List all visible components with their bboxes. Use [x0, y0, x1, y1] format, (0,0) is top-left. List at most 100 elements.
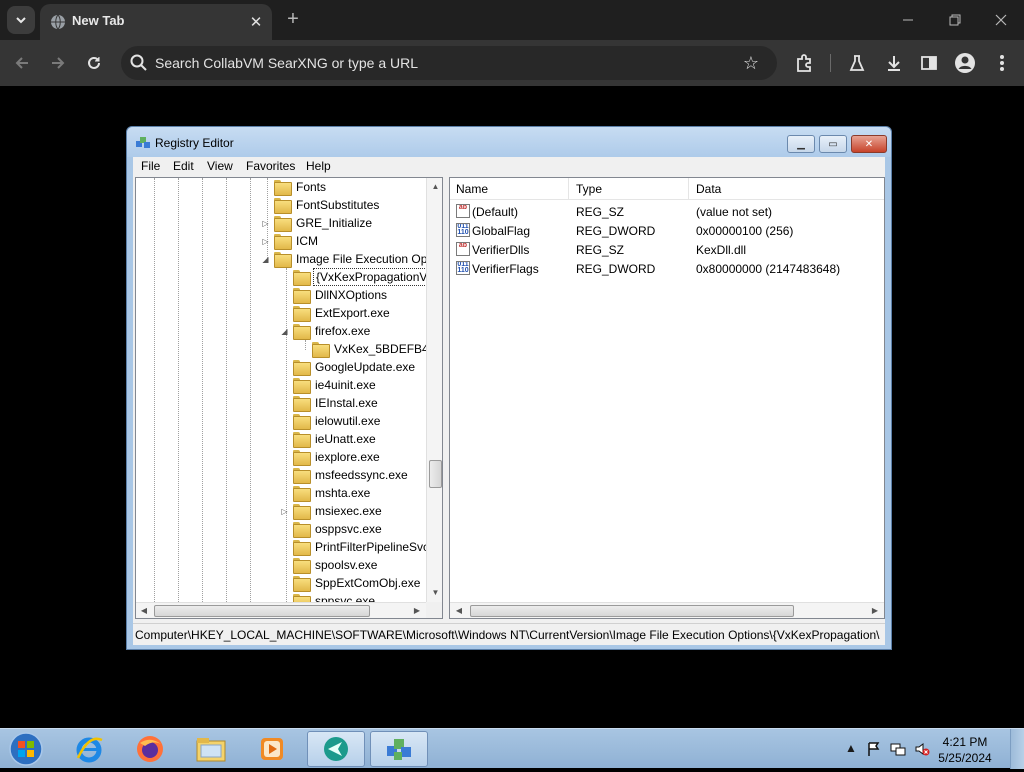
tree-item-fonts[interactable]: Fonts: [261, 178, 328, 196]
key-tree-pane[interactable]: Fonts FontSubstitutes ▷ GRE_Initialize ▷ I…: [135, 177, 443, 619]
address-bar[interactable]: ☆: [121, 46, 777, 80]
side-panel-button[interactable]: [917, 51, 941, 75]
tree-item-icm[interactable]: ▷ ICM: [261, 232, 320, 250]
tree-item-ieinstal[interactable]: IEInstal.exe: [280, 394, 380, 412]
column-divider[interactable]: [568, 178, 569, 200]
forward-button[interactable]: [46, 51, 70, 75]
scroll-right-arrow-icon[interactable]: ▶: [412, 606, 422, 616]
values-horizontal-scrollbar[interactable]: ◀ ▶: [450, 602, 884, 618]
reload-icon: [88, 56, 100, 69]
tree-item-extexport[interactable]: ExtExport.exe: [280, 304, 392, 322]
tree-item-label: osppsvc.exe: [315, 522, 382, 536]
scroll-right-arrow-icon[interactable]: ▶: [870, 606, 880, 616]
network-icon[interactable]: [890, 741, 906, 757]
collapse-arrow-icon[interactable]: ◢: [261, 255, 270, 264]
reg-maximize-button[interactable]: ▭: [819, 135, 847, 153]
tree-item-spoolsv[interactable]: spoolsv.exe: [280, 556, 379, 574]
tree-item-msfeedssync[interactable]: msfeedssync.exe: [280, 466, 410, 484]
binary-value-icon: 011 110: [456, 223, 470, 237]
reg-close-button[interactable]: ✕: [851, 135, 887, 153]
scroll-left-arrow-icon[interactable]: ◀: [139, 606, 149, 616]
volume-muted-icon[interactable]: [914, 741, 930, 757]
taskbar-explorer[interactable]: [182, 731, 240, 767]
taskbar-internet-explorer[interactable]: [60, 731, 118, 767]
tree-vertical-scrollbar[interactable]: ▲ ▼: [426, 178, 442, 602]
menu-button[interactable]: [990, 51, 1014, 75]
tree-item-mshta[interactable]: mshta.exe: [280, 484, 372, 502]
value-row-verifierflags[interactable]: 011 110 VerifierFlags REG_DWORD 0x800000…: [450, 260, 880, 279]
tree-item-label: {VxKexPropagationVir: [313, 268, 437, 286]
tab-new-tab[interactable]: New Tab ✕: [40, 4, 272, 40]
taskbar-firefox[interactable]: [121, 731, 179, 767]
tree-item-firefox[interactable]: ◢ firefox.exe: [280, 322, 372, 340]
scrollbar-thumb[interactable]: [429, 460, 442, 488]
close-window-button[interactable]: [989, 8, 1013, 32]
flask-icon: [849, 55, 865, 71]
tree-item-googleupdate[interactable]: GoogleUpdate.exe: [280, 358, 417, 376]
registry-editor-titlebar[interactable]: Registry Editor ▁ ▭ ✕: [127, 127, 891, 157]
expand-arrow-icon[interactable]: ▷: [261, 237, 270, 246]
extensions-button[interactable]: [792, 51, 816, 75]
value-row-default[interactable]: ab (Default) REG_SZ (value not set): [450, 203, 880, 222]
taskbar-registry-editor[interactable]: [370, 731, 428, 767]
tree-item-ie4uinit[interactable]: ie4uinit.exe: [280, 376, 378, 394]
menu-favorites[interactable]: Favorites: [246, 159, 295, 173]
values-list-pane[interactable]: Name Type Data ab (Default) REG_SZ (valu…: [449, 177, 885, 619]
show-hidden-icons-arrow-icon[interactable]: ▲: [843, 741, 859, 757]
column-header-data[interactable]: Data: [696, 182, 721, 196]
reload-button[interactable]: [82, 51, 106, 75]
folder-icon: [274, 180, 292, 196]
scroll-up-arrow-icon[interactable]: ▲: [431, 182, 440, 192]
column-divider[interactable]: [688, 178, 689, 200]
tab-search-button[interactable]: [7, 6, 35, 34]
action-center-flag-icon[interactable]: [866, 741, 882, 757]
tree-item-printfilterpipelinesvc[interactable]: PrintFilterPipelineSvc.: [280, 538, 434, 556]
column-header-name[interactable]: Name: [456, 182, 488, 196]
tree-item-osppsvc[interactable]: osppsvc.exe: [280, 520, 384, 538]
taskbar-media-player[interactable]: [243, 731, 301, 767]
tree-item-sppextcomobj[interactable]: SppExtComObj.exe: [280, 574, 422, 592]
menu-help[interactable]: Help: [306, 159, 331, 173]
menu-file[interactable]: File: [141, 159, 160, 173]
collapse-arrow-icon[interactable]: ◢: [280, 327, 289, 336]
tree-item-iexplore[interactable]: iexplore.exe: [280, 448, 382, 466]
reg-minimize-button[interactable]: ▁: [787, 135, 815, 153]
tree-item-msiexec[interactable]: ▷ msiexec.exe: [280, 502, 384, 520]
tree-item-vxkex-subkey[interactable]: VxKex_5BDEFB407: [299, 340, 442, 358]
expand-arrow-icon[interactable]: ▷: [280, 507, 289, 516]
bookmark-star-icon[interactable]: ☆: [741, 53, 761, 73]
tab-close-icon[interactable]: ✕: [246, 12, 266, 32]
value-row-globalflag[interactable]: 011 110 GlobalFlag REG_DWORD 0x00000100 …: [450, 222, 880, 241]
taskbar: ▲ 4:21 PM 5/25/2024: [0, 728, 1024, 769]
start-button[interactable]: [6, 731, 46, 767]
tree-horizontal-scrollbar[interactable]: ◀ ▶: [136, 602, 426, 618]
tree-item-gre-initialize[interactable]: ▷ GRE_Initialize: [261, 214, 374, 232]
system-clock[interactable]: 4:21 PM 5/25/2024: [935, 734, 995, 766]
scroll-down-arrow-icon[interactable]: ▼: [431, 588, 440, 598]
labs-button[interactable]: [845, 51, 869, 75]
scrollbar-thumb[interactable]: [154, 605, 370, 617]
taskbar-remote-viewer[interactable]: [307, 731, 365, 767]
downloads-button[interactable]: [882, 51, 906, 75]
menu-view[interactable]: View: [207, 159, 233, 173]
scrollbar-thumb[interactable]: [470, 605, 794, 617]
scroll-left-arrow-icon[interactable]: ◀: [454, 606, 464, 616]
show-desktop-button[interactable]: [1010, 729, 1024, 769]
tree-item-ieunatt[interactable]: ieUnatt.exe: [280, 430, 378, 448]
minimize-button[interactable]: [896, 8, 920, 32]
omnibox-input[interactable]: [155, 52, 735, 74]
expand-arrow-icon[interactable]: ▷: [261, 219, 270, 228]
firefox-icon: [137, 736, 163, 762]
restore-button[interactable]: [943, 8, 967, 32]
new-tab-button[interactable]: +: [282, 8, 304, 30]
column-header-type[interactable]: Type: [576, 182, 602, 196]
tree-item-image-file-execution-options[interactable]: ◢ Image File Execution Opti: [261, 250, 435, 268]
profile-button[interactable]: [953, 51, 977, 75]
back-button[interactable]: [10, 51, 34, 75]
tree-item-ielowutil[interactable]: ielowutil.exe: [280, 412, 382, 430]
value-row-verifierdlls[interactable]: ab VerifierDlls REG_SZ KexDll.dll: [450, 241, 880, 260]
tree-item-fontsubstitutes[interactable]: FontSubstitutes: [261, 196, 381, 214]
tree-item-dllnxoptions[interactable]: DllNXOptions: [280, 286, 389, 304]
menu-edit[interactable]: Edit: [173, 159, 194, 173]
tree-item-vxkexpropagation[interactable]: {VxKexPropagationVir: [280, 268, 437, 286]
